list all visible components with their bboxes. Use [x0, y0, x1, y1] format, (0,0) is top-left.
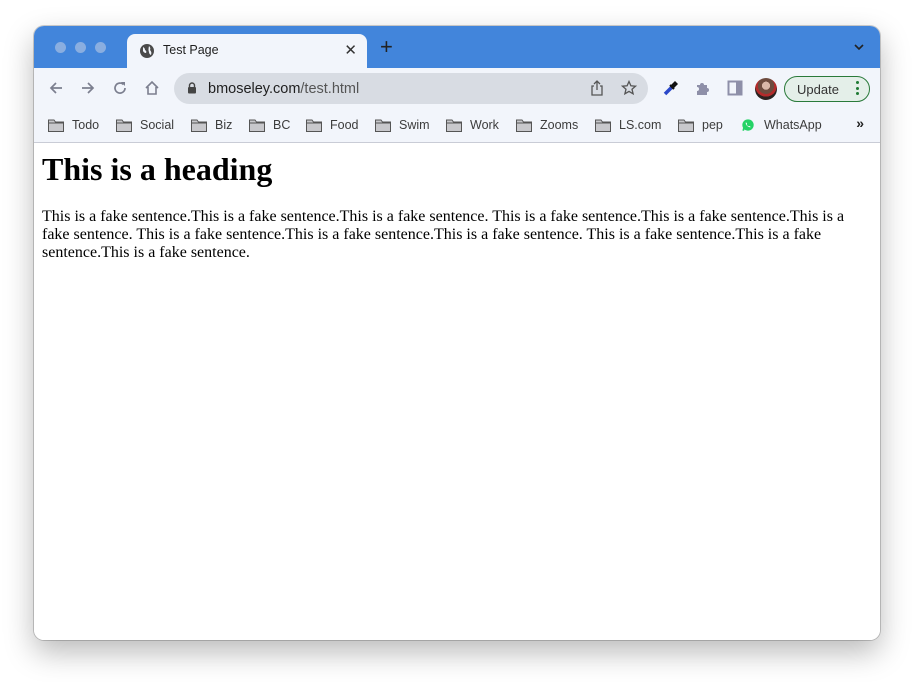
folder-icon: [595, 119, 611, 132]
page-content: This is a heading This is a fake sentenc…: [34, 143, 880, 640]
folder-icon: [446, 119, 462, 132]
bookmark-label: pep: [702, 118, 723, 132]
bookmark-folder-work[interactable]: Work: [446, 116, 499, 134]
bookmark-folder-food[interactable]: Food: [306, 116, 359, 134]
folder-icon: [191, 119, 207, 132]
share-icon[interactable]: [590, 80, 604, 97]
folder-icon: [516, 119, 532, 132]
bookmark-label: LS.com: [619, 118, 662, 132]
bookmark-folder-pep[interactable]: pep: [678, 116, 723, 134]
close-window-button[interactable]: [55, 42, 66, 53]
forward-icon[interactable]: [79, 79, 97, 97]
update-label: Update: [797, 82, 839, 97]
back-icon[interactable]: [47, 79, 65, 97]
tab-test-page[interactable]: Test Page ✕: [127, 34, 367, 68]
url-text: bmoseley.com/test.html: [208, 81, 359, 97]
globe-icon: [140, 44, 154, 58]
eyedropper-extension-icon[interactable]: [662, 79, 680, 97]
bookmark-label: WhatsApp: [764, 118, 822, 132]
bookmarks-bar: Todo Social Biz BC Food Swim Work Zooms: [34, 108, 880, 143]
lock-icon[interactable]: [187, 82, 197, 94]
side-panel-icon[interactable]: [726, 79, 744, 97]
tab-title: Test Page: [163, 43, 219, 57]
bookmark-label: Food: [330, 118, 359, 132]
bookmark-folder-bc[interactable]: BC: [249, 116, 290, 134]
bookmark-folder-swim[interactable]: Swim: [375, 116, 430, 134]
bookmark-folder-todo[interactable]: Todo: [48, 116, 99, 134]
bookmark-label: Biz: [215, 118, 233, 132]
new-tab-button[interactable]: +: [380, 36, 393, 58]
toolbar: bmoseley.com/test.html Update: [34, 68, 880, 108]
bookmark-label: Swim: [399, 118, 430, 132]
close-tab-icon[interactable]: ✕: [344, 41, 357, 59]
extensions-puzzle-icon[interactable]: [694, 79, 712, 97]
browser-window: Test Page ✕ + bmoseley.com/test.html Upd…: [34, 26, 880, 640]
folder-icon: [116, 119, 132, 132]
folder-icon: [375, 119, 391, 132]
folder-icon: [306, 119, 322, 132]
home-icon[interactable]: [143, 79, 161, 97]
page-heading: This is a heading: [42, 151, 273, 187]
bookmark-folder-social[interactable]: Social: [116, 116, 174, 134]
bookmark-label: Work: [470, 118, 499, 132]
more-menu-icon[interactable]: [856, 81, 859, 98]
bookmarks-overflow-button[interactable]: »: [856, 115, 864, 131]
reload-icon[interactable]: [111, 79, 129, 97]
bookmark-folder-lscom[interactable]: LS.com: [595, 116, 661, 134]
zoom-window-button[interactable]: [95, 42, 106, 53]
url-path: /test.html: [300, 81, 360, 97]
folder-icon: [48, 119, 64, 132]
folder-icon: [249, 119, 265, 132]
page-paragraph: This is a fake sentence.This is a fake s…: [42, 208, 845, 261]
bookmark-label: Social: [140, 118, 175, 132]
bookmark-label: Todo: [72, 118, 100, 132]
bookmark-folder-zooms[interactable]: Zooms: [516, 116, 578, 134]
address-bar[interactable]: bmoseley.com/test.html: [174, 73, 648, 104]
folder-icon: [678, 119, 694, 132]
update-button[interactable]: Update: [784, 76, 870, 102]
bookmark-whatsapp[interactable]: WhatsApp: [741, 116, 822, 134]
title-bar: Test Page ✕ +: [34, 26, 880, 68]
chevron-down-icon[interactable]: [852, 40, 866, 54]
profile-avatar[interactable]: [755, 78, 777, 100]
url-domain: bmoseley.com: [208, 81, 301, 97]
bookmark-label: Zooms: [540, 118, 579, 132]
minimize-window-button[interactable]: [75, 42, 86, 53]
bookmark-folder-biz[interactable]: Biz: [191, 116, 232, 134]
bookmark-label: BC: [273, 118, 291, 132]
whatsapp-icon: [742, 119, 754, 131]
bookmark-star-icon[interactable]: [621, 80, 637, 96]
